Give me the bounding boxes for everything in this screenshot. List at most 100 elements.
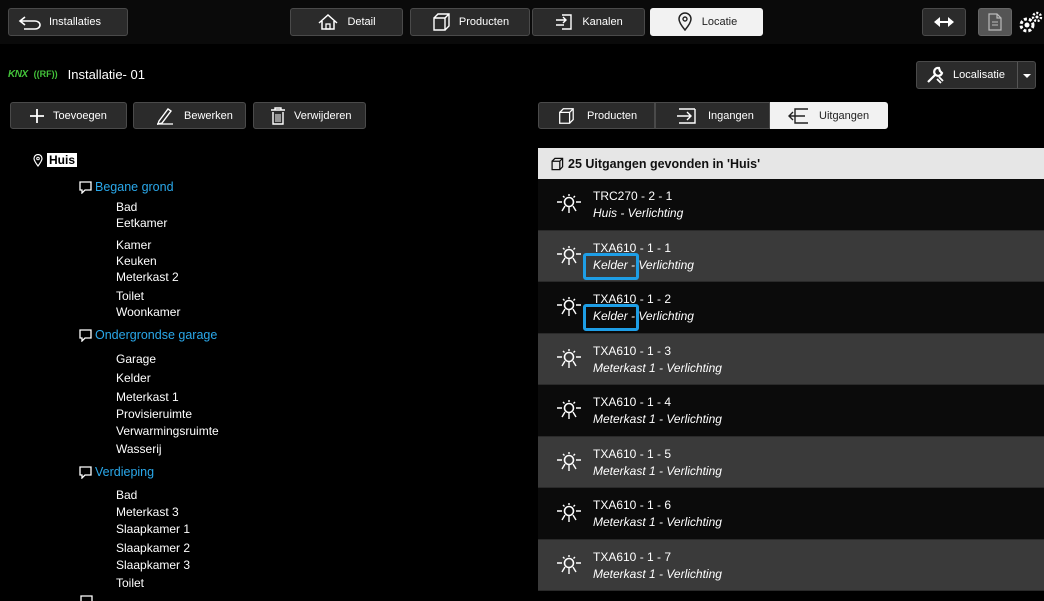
tree-room[interactable]: Bad [116, 200, 137, 214]
knx-logo: KNX [8, 68, 28, 80]
light-bulb-icon [556, 348, 582, 373]
location-pin-icon [677, 12, 692, 32]
output-list-item[interactable]: TXA610 - 1 - 4 Meterkast 1 - Verlichting [538, 385, 1044, 437]
tree-room[interactable]: Eetkamer [116, 216, 167, 230]
tree-room[interactable]: Verwarmingsruimte [116, 424, 219, 438]
tab-detail-label: Detail [347, 16, 376, 28]
tab-right-producten[interactable]: Producten [538, 102, 655, 129]
tree-floor-verdieping[interactable]: Verdieping [79, 465, 154, 479]
room-label: Bad [116, 200, 138, 214]
room-label: Meterkast 1 [116, 390, 179, 404]
room-label: Slaapkamer 2 [116, 541, 191, 555]
tree-room[interactable]: Wasserij [116, 442, 162, 456]
room-label: Keuken [116, 254, 157, 268]
tree-room[interactable]: Provisieruimte [116, 407, 192, 421]
output-location: Meterkast 1 - Verlichting [593, 515, 722, 529]
home-icon [318, 13, 338, 30]
tree-room[interactable]: Meterkast 3 [116, 505, 179, 519]
floor-label: Ondergrondse garage [95, 328, 218, 342]
tree-room[interactable]: Bad [116, 488, 137, 502]
settings-gears-icon[interactable] [1016, 10, 1044, 36]
room-label: Eetkamer [116, 216, 168, 230]
localisatie-dropdown[interactable]: Localisatie [916, 61, 1036, 89]
output-list-item[interactable]: TXA610 - 1 - 5 Meterkast 1 - Verlichting [538, 436, 1044, 488]
light-bulb-icon [556, 554, 582, 579]
document-button[interactable] [978, 8, 1012, 36]
tree-room[interactable]: Woonkamer [116, 305, 180, 319]
back-arrow-icon [18, 16, 41, 30]
tree-room[interactable]: Keuken [116, 254, 157, 268]
input-icon [677, 107, 696, 124]
tab-producten-label: Producten [458, 16, 510, 28]
tab-detail[interactable]: Detail [290, 8, 403, 36]
tree-room[interactable]: Garage [116, 352, 156, 366]
tree-room[interactable]: Meterkast 2 [116, 270, 179, 284]
floor-icon [79, 465, 92, 479]
tab-uitgangen-label: Uitgangen [819, 109, 870, 122]
edit-button[interactable]: Bewerken [133, 102, 246, 129]
tree-room[interactable]: Slaapkamer 2 [116, 541, 190, 555]
output-icon [788, 107, 808, 124]
output-list-item[interactable]: TXA610 - 1 - 7 Meterkast 1 - Verlichting [538, 539, 1044, 591]
room-label: Bad [116, 488, 138, 502]
top-toolbar: Installaties Detail Producten Kanalen Lo… [0, 0, 1044, 44]
tree-floor-ondergrondse-garage[interactable]: Ondergrondse garage [79, 328, 217, 342]
output-list-item[interactable]: TXA610 - 1 - 3 Meterkast 1 - Verlichting [538, 333, 1044, 385]
room-label: Provisieruimte [116, 407, 193, 421]
light-bulb-icon [556, 399, 582, 424]
tree-floor-begane-grond[interactable]: Begane grond [79, 180, 174, 194]
edit-button-label: Bewerken [184, 109, 233, 122]
room-label: Toilet [116, 289, 145, 303]
output-list-item[interactable]: TRC270 - 2 - 1 Huis - Verlichting [538, 179, 1044, 231]
highlight-box-kelder-2 [583, 304, 639, 331]
output-list-item[interactable]: TXA610 - 1 - 6 Meterkast 1 - Verlichting [538, 488, 1044, 540]
back-to-installaties-button[interactable]: Installaties [8, 8, 128, 36]
dropdown-separator [1017, 62, 1018, 88]
output-channel-name: TXA610 - 1 - 4 [593, 395, 672, 409]
highlight-box-kelder-1 [583, 253, 639, 280]
light-bulb-icon [556, 451, 582, 476]
room-label: Meterkast 3 [116, 505, 179, 519]
output-channel-name: TXA610 - 1 - 5 [593, 446, 672, 461]
channel-icon [556, 14, 573, 30]
location-pin-icon [33, 153, 43, 167]
floor-label: Begane grond [95, 180, 174, 194]
tree-room[interactable]: Toilet [116, 289, 144, 303]
tab-producten[interactable]: Producten [410, 8, 530, 36]
cube-icon [559, 107, 574, 124]
tab-locatie[interactable]: Locatie [650, 8, 763, 36]
delete-button-label: Verwijderen [294, 109, 352, 122]
room-label: Wasserij [116, 442, 162, 456]
output-location: Meterkast 1 - Verlichting [593, 566, 722, 581]
tree-room[interactable]: Meterkast 1 [116, 390, 179, 404]
output-location: Meterkast 1 - Verlichting [593, 360, 722, 375]
add-button[interactable]: Toevoegen [10, 102, 127, 129]
delete-button[interactable]: Verwijderen [253, 102, 366, 129]
tab-right-producten-label: Producten [587, 109, 638, 122]
tree-root-huis[interactable]: Huis [33, 153, 78, 167]
tab-kanalen[interactable]: Kanalen [532, 8, 645, 36]
floor-label: Verdieping [95, 465, 155, 479]
light-bulb-icon [556, 245, 582, 270]
tab-uitgangen[interactable]: Uitgangen [770, 102, 888, 129]
output-location: Huis - Verlichting [593, 206, 684, 220]
tab-ingangen[interactable]: Ingangen [655, 102, 770, 129]
tree-room[interactable]: Slaapkamer 1 [116, 522, 190, 536]
output-channel-name: TXA610 - 1 - 3 [593, 343, 672, 358]
room-label: Kamer [116, 238, 152, 252]
light-bulb-icon [556, 296, 582, 321]
room-label: Toilet [116, 576, 145, 590]
tab-ingangen-label: Ingangen [708, 109, 754, 122]
pencil-icon [156, 107, 173, 125]
output-channel-name: TXA610 - 1 - 6 [593, 498, 672, 512]
room-label: Meterkast 2 [116, 270, 179, 284]
tree-room[interactable]: Slaapkamer 3 [116, 558, 190, 572]
outputs-panel: 25 Uitgangen gevonden in 'Huis' TRC270 -… [538, 148, 1044, 601]
tab-kanalen-label: Kanalen [582, 16, 623, 28]
tree-room[interactable]: Kamer [116, 238, 151, 252]
plus-icon [30, 108, 44, 123]
tree-room[interactable]: Toilet [116, 576, 144, 590]
tree-room[interactable]: Kelder [116, 371, 151, 385]
installation-name: Installatie- 01 [67, 66, 145, 82]
sync-button[interactable] [922, 8, 966, 36]
